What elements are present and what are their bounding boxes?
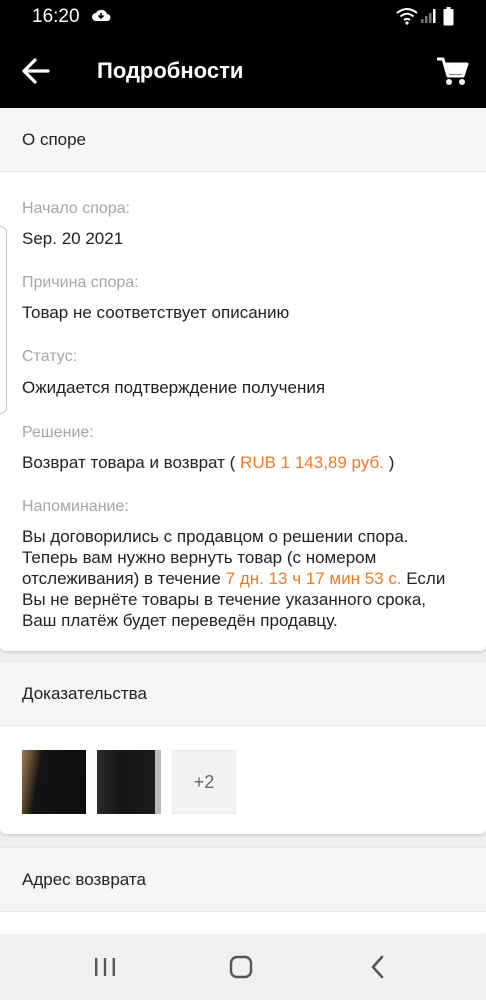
- status-time: 16:20: [32, 6, 80, 27]
- battery-icon: [443, 7, 454, 31]
- side-drawer-handle[interactable]: [0, 226, 7, 414]
- reminder-text: Вы договорились с продавцом о решении сп…: [22, 526, 462, 631]
- app-bar: Подробности: [0, 34, 486, 108]
- solution-suffix: ): [388, 453, 395, 472]
- dispute-start-value: Sep. 20 2021: [22, 229, 124, 248]
- solution-prefix: Возврат товара и возврат (: [22, 453, 236, 472]
- return-address-card[interactable]: Адрес возврата: [0, 848, 486, 938]
- cloud-icon: [91, 8, 111, 27]
- evidence-section-title: Доказательства: [0, 662, 486, 726]
- recent-apps-icon[interactable]: [93, 956, 117, 983]
- dispute-status-label: Статус:: [22, 348, 78, 365]
- dispute-section-title: О споре: [0, 108, 486, 172]
- dispute-start-label: Начало спора:: [22, 200, 130, 217]
- back-arrow-icon[interactable]: [20, 56, 54, 86]
- dispute-reason-value: Товар не соответствует описанию: [22, 303, 290, 322]
- reminder-label: Напоминание:: [22, 498, 129, 515]
- wifi-icon: [396, 7, 418, 30]
- system-nav-bar: [0, 934, 486, 1000]
- evidence-photo[interactable]: [22, 750, 86, 814]
- status-bar: 16:20: [0, 0, 486, 34]
- home-icon[interactable]: [228, 954, 254, 985]
- page-title: Подробности: [97, 58, 244, 83]
- return-address-title: Адрес возврата: [0, 848, 486, 912]
- return-deadline: 7 дн. 13 ч 17 мин 53 с.: [225, 569, 402, 588]
- dispute-solution-label: Решение:: [22, 424, 94, 441]
- evidence-photo[interactable]: [97, 750, 161, 814]
- cart-icon[interactable]: [434, 54, 470, 88]
- nav-back-icon[interactable]: [368, 955, 388, 984]
- evidence-card: Доказательства +2: [0, 662, 486, 834]
- evidence-more-button[interactable]: +2: [172, 750, 236, 814]
- dispute-reason-label: Причина спора:: [22, 274, 139, 291]
- dispute-solution-value: Возврат товара и возврат ( RUB 1 143,89 …: [22, 453, 394, 473]
- dispute-status-value: Ожидается подтверждение получения: [22, 378, 326, 397]
- signal-icon: [420, 8, 436, 29]
- refund-amount: RUB 1 143,89 руб.: [235, 453, 389, 472]
- dispute-card: О споре Начало спора: Sep. 20 2021 Причи…: [0, 108, 486, 651]
